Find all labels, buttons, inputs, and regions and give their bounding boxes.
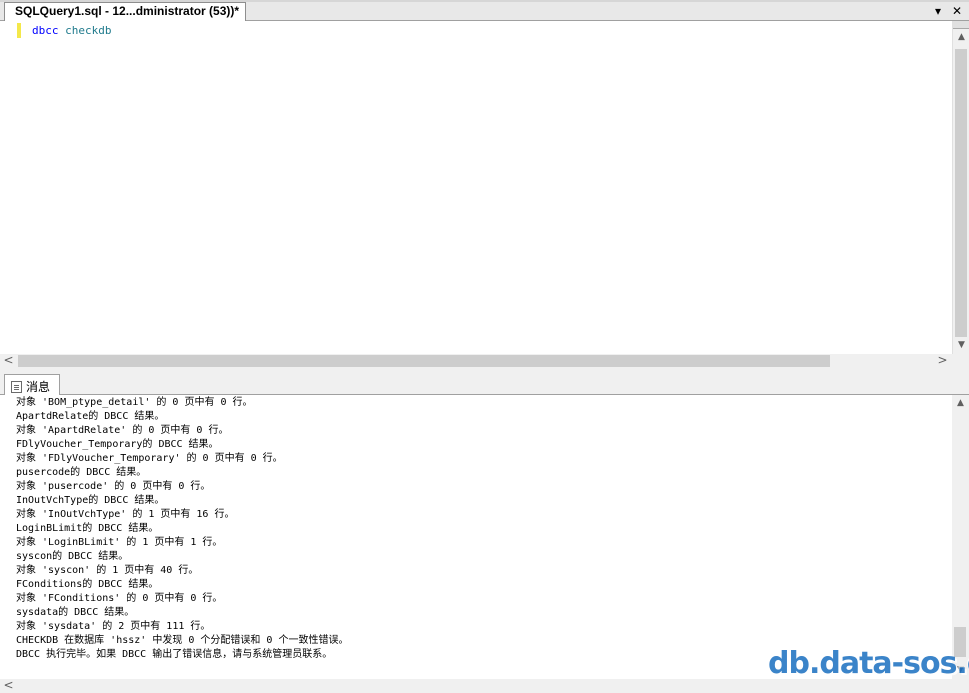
- query-editor[interactable]: dbcc checkdb ▲ ▼ < >: [0, 21, 969, 368]
- message-line: syscon的 DBCC 结果。: [16, 551, 129, 562]
- message-line: 对象 'sysdata' 的 2 页中有 111 行。: [16, 621, 211, 632]
- tab-sqlquery1[interactable]: SQLQuery1.sql - 12...dministrator (53))*: [4, 2, 246, 21]
- message-line: sysdata的 DBCC 结果。: [16, 607, 135, 618]
- message-line: 对象 'LoginBLimit' 的 1 页中有 1 行。: [16, 537, 223, 548]
- messages-vertical-scrollbar[interactable]: ▲ ▼: [952, 395, 969, 679]
- message-line: LoginBLimit的 DBCC 结果。: [16, 523, 159, 534]
- message-line: InOutVchType的 DBCC 结果。: [16, 495, 165, 506]
- scroll-left-icon[interactable]: <: [0, 352, 17, 369]
- message-line: 对象 'FDlyVoucher_Temporary' 的 0 页中有 0 行。: [16, 453, 283, 464]
- editor-vertical-scrollbar[interactable]: ▲ ▼: [952, 21, 969, 354]
- editor-split-handle[interactable]: [953, 21, 969, 29]
- editor-gutter: [0, 21, 17, 354]
- close-tab-icon[interactable]: ✕: [949, 3, 965, 19]
- tab-messages-label: 消息: [26, 380, 51, 394]
- messages-horizontal-scrollbar[interactable]: <: [0, 677, 969, 693]
- scroll-left-icon[interactable]: <: [0, 677, 17, 693]
- watermark-logo: db.data-sos.cn: [768, 646, 969, 681]
- message-line: FConditions的 DBCC 结果。: [16, 579, 159, 590]
- scrollbar-corner: [952, 354, 969, 368]
- message-line: ApartdRelate的 DBCC 结果。: [16, 411, 165, 422]
- editor-horizontal-scrollbar[interactable]: < >: [0, 352, 952, 369]
- line-change-marker: [17, 23, 21, 38]
- message-line: 对象 'BOM_ptype_detail' 的 0 页中有 0 行。: [16, 397, 253, 408]
- keyword-checkdb: checkdb: [65, 24, 112, 37]
- message-line: DBCC 执行完毕。如果 DBCC 输出了错误信息，请与系统管理员联系。: [16, 649, 333, 660]
- message-line: 对象 'FConditions' 的 0 页中有 0 行。: [16, 593, 223, 604]
- scroll-down-icon[interactable]: ▼: [953, 337, 969, 354]
- scroll-up-icon[interactable]: ▲: [953, 29, 969, 46]
- message-line: 对象 'pusercode' 的 0 页中有 0 行。: [16, 481, 211, 492]
- scroll-up-icon[interactable]: ▲: [952, 395, 969, 412]
- editor-horizontal-scroll-thumb[interactable]: [18, 355, 830, 367]
- message-line: FDlyVoucher_Temporary的 DBCC 结果。: [16, 439, 219, 450]
- keyword-dbcc: dbcc: [32, 24, 59, 37]
- scroll-right-icon[interactable]: >: [934, 352, 951, 369]
- tab-messages[interactable]: 消息: [4, 374, 60, 395]
- message-line: 对象 'syscon' 的 1 页中有 40 行。: [16, 565, 199, 576]
- messages-icon: [11, 381, 22, 393]
- tab-list-dropdown-icon[interactable]: ▾: [930, 3, 946, 19]
- message-line: pusercode的 DBCC 结果。: [16, 467, 147, 478]
- editor-vertical-scroll-thumb[interactable]: [955, 49, 967, 337]
- results-tab-strip: 消息: [0, 373, 969, 395]
- message-line: CHECKDB 在数据库 'hssz' 中发现 0 个分配错误和 0 个一致性错…: [16, 635, 349, 646]
- messages-pane[interactable]: 对象 'BOM_ptype_detail' 的 0 页中有 0 行。 Apart…: [0, 395, 969, 679]
- message-line: 对象 'InOutVchType' 的 1 页中有 16 行。: [16, 509, 235, 520]
- code-line-1[interactable]: dbcc checkdb: [32, 24, 111, 37]
- message-line: 对象 'ApartdRelate' 的 0 页中有 0 行。: [16, 425, 229, 436]
- document-tab-strip: SQLQuery1.sql - 12...dministrator (53))*…: [0, 0, 969, 21]
